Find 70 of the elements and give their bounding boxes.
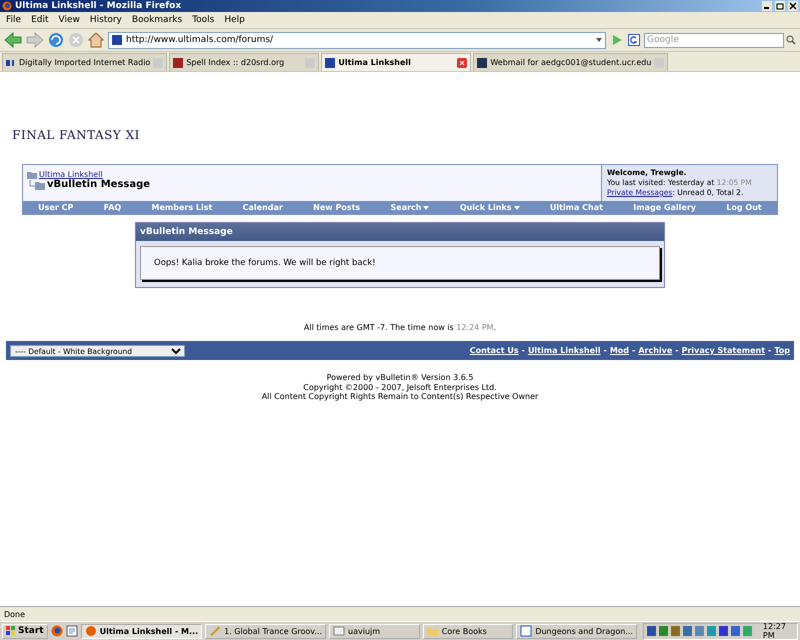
separator-text: - xyxy=(675,346,679,355)
menu-item[interactable]: History xyxy=(86,15,128,25)
window-title: Ultima Linkshell - Mozilla Firefox xyxy=(15,1,182,11)
address-field[interactable]: http://www.ultimals.com/forums/ xyxy=(108,32,606,48)
separator-text: - xyxy=(632,346,636,355)
close-icon[interactable] xyxy=(788,1,798,11)
status-text: Done xyxy=(4,610,26,618)
dropdown-caret-icon xyxy=(423,206,430,210)
home-icon[interactable] xyxy=(88,32,104,48)
forward-arrow-icon[interactable] xyxy=(26,32,44,48)
browser-tab[interactable]: Spell Index :: d20srd.org xyxy=(169,53,320,71)
time-note: All times are GMT -7. The time now is 12:24 PM. xyxy=(302,323,498,332)
clock-text: 12:27 PM xyxy=(762,622,787,640)
menu-item[interactable]: Bookmarks xyxy=(128,15,188,25)
windows-flag-icon xyxy=(6,626,16,636)
footer-link[interactable]: Archive xyxy=(638,346,672,355)
program-icon xyxy=(209,625,222,637)
notepad-icon[interactable] xyxy=(66,625,78,637)
search-engine-icon[interactable] xyxy=(628,34,640,46)
taskbar-button[interactable]: Ultima Linkshell - M... xyxy=(80,624,202,638)
copyright-text: All Content Copyright Rights Remain to Content(s) Respective Owner xyxy=(260,392,540,402)
separator-text: - xyxy=(768,346,772,355)
menu-item[interactable]: Edit xyxy=(27,15,54,25)
firefox-icon[interactable] xyxy=(50,625,63,637)
footer-link[interactable]: Top xyxy=(774,346,790,355)
browser-tab[interactable]: Webmail for aedgc001@student.ucr.edu xyxy=(473,53,668,71)
dropdown-caret-icon xyxy=(514,206,520,210)
copyright-text: Powered by vBulletin® Version 3.6.5 xyxy=(326,373,474,382)
footer-link[interactable]: Privacy Statement xyxy=(682,346,766,355)
footer-link[interactable]: Mod xyxy=(610,346,629,355)
tab-close-icon[interactable] xyxy=(457,58,468,68)
page-title: vBulletin Message xyxy=(47,179,150,190)
restore-icon[interactable] xyxy=(775,1,785,11)
folder-icon xyxy=(27,170,37,178)
start-button[interactable]: Start xyxy=(2,624,48,638)
reload-icon[interactable] xyxy=(48,32,64,48)
menu-item[interactable]: Tools xyxy=(188,15,220,25)
favicon-icon xyxy=(325,58,336,68)
breadcrumb-link[interactable]: Ultima Linkshell xyxy=(39,170,103,179)
search-field[interactable]: Google xyxy=(644,32,784,48)
program-icon xyxy=(84,625,97,637)
footer-link[interactable]: Ultima Linkshell xyxy=(528,346,600,355)
menu-item[interactable]: File xyxy=(2,15,28,25)
message-title: vBulletin Message xyxy=(136,223,664,241)
separator-text: - xyxy=(603,346,607,355)
menu-item[interactable]: View xyxy=(54,15,86,25)
minimize-icon[interactable] xyxy=(762,1,772,11)
favicon-icon xyxy=(477,58,488,68)
program-icon xyxy=(426,625,439,637)
browser-tab[interactable]: Digitally Imported Internet Radio xyxy=(2,53,168,71)
taskbar-button[interactable]: uaviujm xyxy=(329,624,420,638)
taskbar-button[interactable]: Dungeons and Dragon... xyxy=(516,624,637,638)
message-text: Oops! Kalia broke the forums. We will be right back! xyxy=(140,246,660,280)
menu-item[interactable]: Help xyxy=(220,15,251,25)
taskbar-button[interactable]: Core Books xyxy=(422,624,514,638)
copyright-text: Copyright ©2000 - 2007, Jelsoft Enterprises Ltd. xyxy=(302,382,498,392)
firefox-icon xyxy=(2,1,12,11)
dropdown-caret-icon[interactable] xyxy=(596,38,602,42)
browser-tab[interactable]: Ultima Linkshell xyxy=(321,53,472,71)
favicon-icon xyxy=(173,58,184,68)
search-icon[interactable] xyxy=(786,35,796,45)
footer-link[interactable]: Contact Us xyxy=(470,346,519,355)
back-arrow-icon[interactable] xyxy=(4,32,22,48)
tree-branch-folder-icon xyxy=(27,180,45,190)
program-icon xyxy=(333,625,346,637)
separator-text: - xyxy=(522,346,525,355)
page-icon xyxy=(112,35,122,45)
program-icon xyxy=(520,625,532,637)
favicon-icon xyxy=(6,58,16,68)
taskbar-button[interactable]: 1. Global Trance Groov... xyxy=(205,624,326,638)
